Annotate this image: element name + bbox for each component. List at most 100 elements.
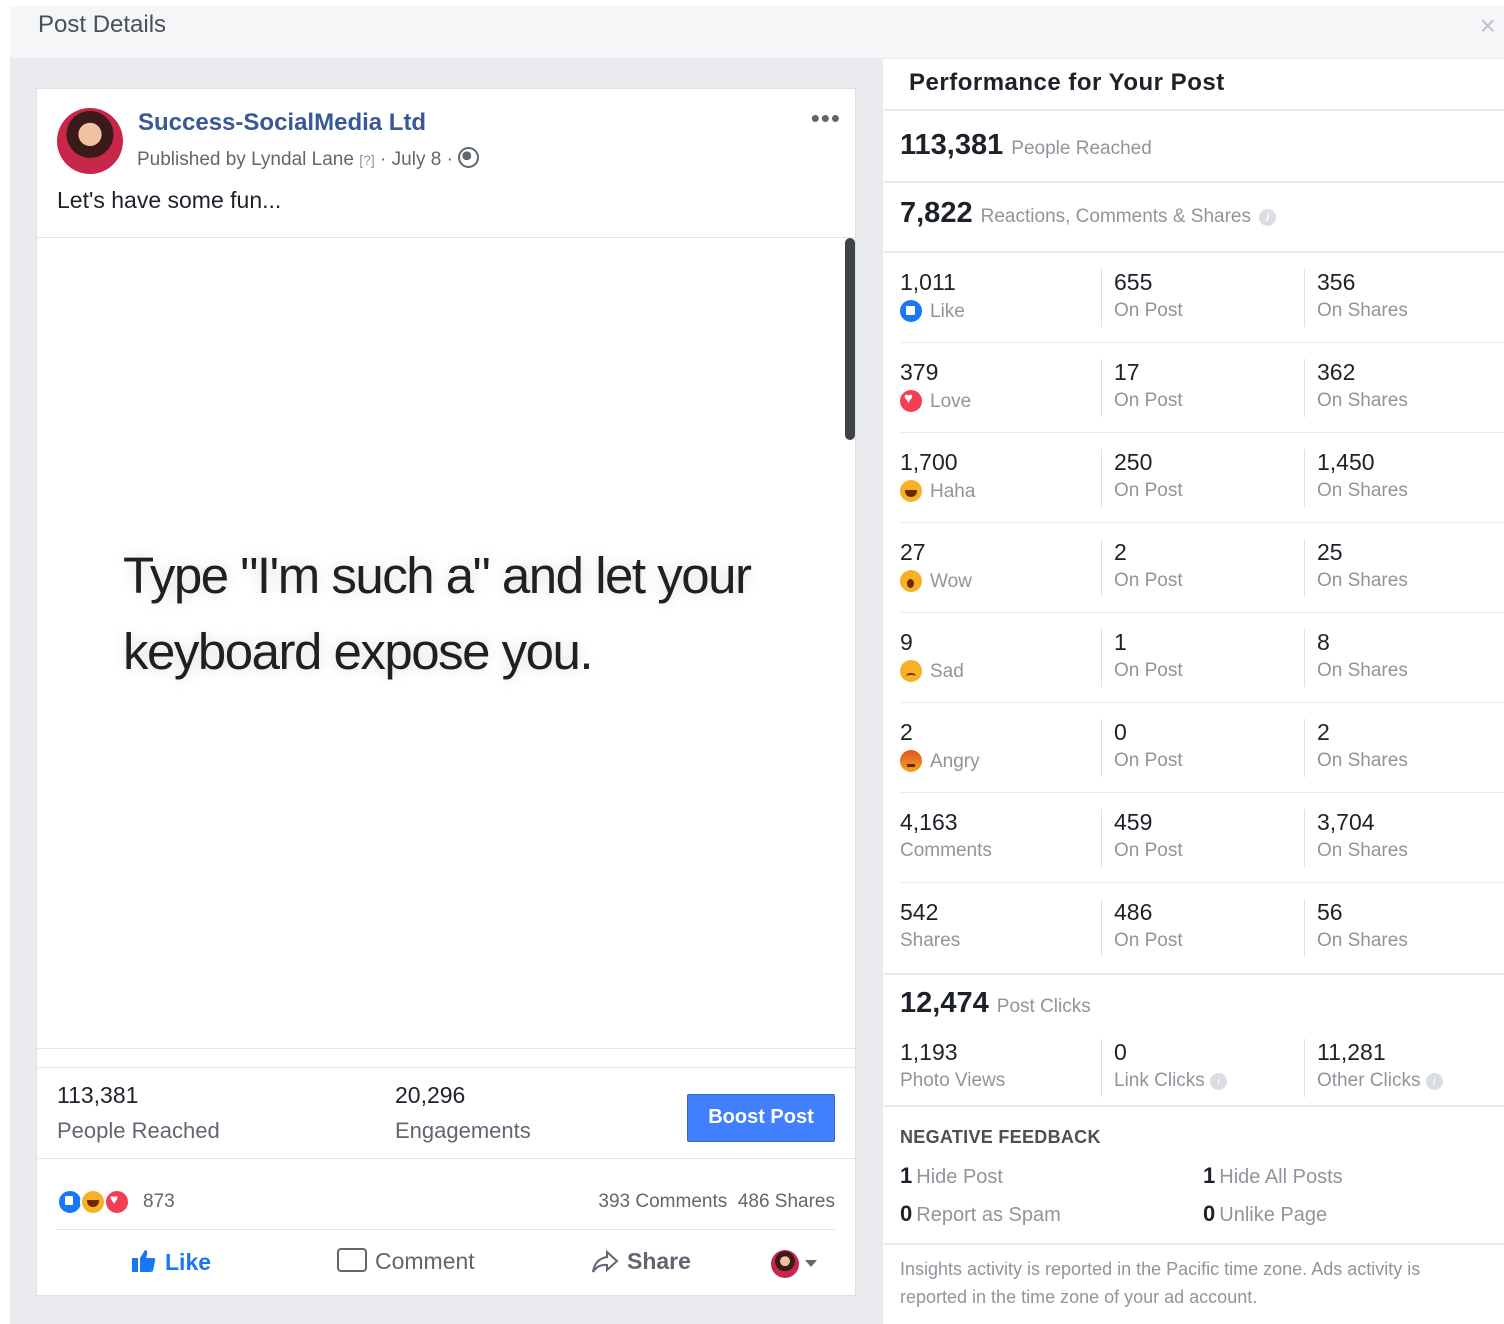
hide-all-label: Hide All Posts	[1219, 1166, 1343, 1188]
report-spam-label: Report as Spam	[916, 1204, 1061, 1226]
actor-avatar[interactable]	[771, 1250, 799, 1278]
boost-post-button[interactable]: Boost Post	[687, 1094, 835, 1142]
on-shares-label: On Shares	[1317, 480, 1408, 501]
on-post-label: On Post	[1114, 300, 1183, 321]
on-shares-cell: 56 On Shares	[1304, 899, 1408, 957]
reached-value: 113,381	[57, 1082, 139, 1108]
on-post-value: 17	[1114, 359, 1140, 385]
divider	[883, 973, 1504, 975]
post-clicks: 12,474 Post Clicks	[900, 987, 1091, 1020]
like-label: Like	[165, 1249, 212, 1275]
on-post-cell: 1 On Post	[1101, 629, 1183, 687]
post-stats: 113,381 People Reached 20,296 Engagement…	[37, 1067, 855, 1159]
like-button[interactable]: Like	[131, 1248, 211, 1276]
total-cell: 542 Shares	[900, 899, 960, 952]
post-actions: Like Comment Share	[57, 1229, 835, 1296]
timezone-footnote: Insights activity is reported in the Pac…	[900, 1259, 1421, 1307]
on-shares-value: 3,704	[1317, 809, 1375, 835]
reaction-row: 542 Shares 486 On Post 56 On Shares	[883, 883, 1504, 971]
wow-icon	[900, 570, 922, 592]
people-reached: 113,381 People Reached	[900, 129, 1152, 162]
people-reached-value: 113,381	[900, 129, 1004, 161]
on-shares-value: 2	[1317, 719, 1330, 745]
info-icon[interactable]: i	[1259, 209, 1277, 226]
reaction-icons[interactable]	[57, 1189, 130, 1215]
page-name-link[interactable]: Success-SocialMedia Ltd	[138, 109, 426, 137]
comments-count-link[interactable]: 393 Comments	[598, 1191, 727, 1212]
total-value: 27	[900, 539, 926, 565]
post-details-dialog: Post Details × Success-SocialMedia Ltd P…	[10, 6, 1504, 1324]
published-by[interactable]: Published by Lyndal Lane	[137, 149, 354, 170]
chevron-down-icon[interactable]	[805, 1260, 817, 1267]
reaction-type-label: Sad	[930, 661, 964, 682]
on-post-cell: 486 On Post	[1101, 899, 1183, 957]
on-shares-cell: 356 On Shares	[1304, 269, 1408, 327]
page-avatar[interactable]	[57, 108, 123, 174]
people-reached-label: People Reached	[1011, 138, 1152, 159]
divider	[883, 1243, 1504, 1245]
total-cell: 9 Sad	[900, 629, 964, 683]
report-spam-stat: 0 Report as Spam	[900, 1201, 1061, 1227]
post-date[interactable]: July 8	[392, 149, 442, 170]
on-shares-value: 25	[1317, 539, 1343, 565]
globe-icon	[458, 147, 480, 168]
reaction-type-label: Like	[930, 301, 965, 322]
on-post-label: On Post	[1114, 480, 1183, 501]
on-shares-label: On Shares	[1317, 300, 1408, 321]
on-shares-cell: 362 On Shares	[1304, 359, 1408, 417]
reaction-type-label: Shares	[900, 930, 961, 951]
unlike-page-label: Unlike Page	[1219, 1204, 1328, 1226]
reached-label: People Reached	[57, 1118, 220, 1143]
info-icon[interactable]: i	[1210, 1073, 1228, 1090]
on-post-value: 459	[1114, 809, 1153, 835]
on-post-cell: 2 On Post	[1101, 539, 1183, 597]
performance-title: Performance for Your Post	[909, 69, 1225, 96]
post-image[interactable]: Type "I'm such a" and let your keyboard …	[37, 237, 855, 1049]
total-cell: 4,163 Comments	[900, 809, 992, 862]
share-icon	[592, 1250, 619, 1273]
info-icon[interactable]: i	[1425, 1073, 1443, 1090]
total-value: 1,700	[900, 449, 958, 475]
comment-share-counts: 393 Comments 486 Shares	[598, 1191, 835, 1213]
reaction-count[interactable]: 873	[143, 1191, 175, 1213]
reaction-label: Sad	[900, 660, 964, 683]
close-icon[interactable]: ×	[1480, 10, 1496, 42]
other-clicks: 11,281 Other Clicks i	[1304, 1039, 1443, 1097]
hide-post-label: Hide Post	[916, 1166, 1003, 1188]
on-shares-value: 356	[1317, 269, 1356, 295]
on-post-label: On Post	[1114, 840, 1183, 861]
on-shares-value: 8	[1317, 629, 1330, 655]
report-spam-value: 0	[900, 1201, 913, 1226]
love-reaction-icon	[103, 1189, 130, 1215]
total-value: 1,011	[900, 269, 956, 295]
negative-feedback-title: NEGATIVE FEEDBACK	[900, 1127, 1101, 1147]
other-clicks-text: Other Clicks	[1317, 1070, 1421, 1091]
post-card: Success-SocialMedia Ltd Published by Lyn…	[36, 88, 856, 1296]
reaction-row: 2 Angry 0 On Post 2 On Shares	[883, 703, 1504, 793]
dialog-header: Post Details ×	[10, 6, 1504, 58]
on-post-cell: 0 On Post	[1101, 719, 1183, 777]
like-icon	[900, 300, 922, 322]
on-shares-cell: 1,450 On Shares	[1304, 449, 1408, 507]
engagements-stat: 20,296 Engagements	[395, 1082, 531, 1144]
comment-button[interactable]: Comment	[337, 1248, 475, 1275]
other-clicks-value: 11,281	[1317, 1039, 1386, 1065]
sad-icon	[900, 660, 922, 682]
help-marker[interactable]: [?]	[359, 152, 375, 168]
reaction-label: Wow	[900, 570, 972, 593]
total-value: 2	[900, 719, 913, 745]
share-button[interactable]: Share	[591, 1248, 691, 1275]
total-cell: 1,011 Like	[900, 269, 965, 323]
reaction-type-label: Angry	[930, 751, 980, 772]
engagements-label: Engagements	[395, 1118, 531, 1143]
thumbs-up-icon	[132, 1250, 156, 1272]
post-clicks-value: 12,474	[900, 987, 989, 1019]
shares-count-link[interactable]: 486 Shares	[738, 1191, 835, 1212]
reaction-type-label: Haha	[930, 481, 976, 502]
more-options-icon[interactable]: •••	[811, 103, 841, 134]
hide-post-value: 1	[900, 1163, 913, 1188]
engagement-value: 7,822	[900, 197, 973, 229]
unlike-page-stat: 0 Unlike Page	[1203, 1201, 1327, 1227]
on-post-label: On Post	[1114, 660, 1183, 681]
scrollbar[interactable]	[845, 238, 855, 440]
